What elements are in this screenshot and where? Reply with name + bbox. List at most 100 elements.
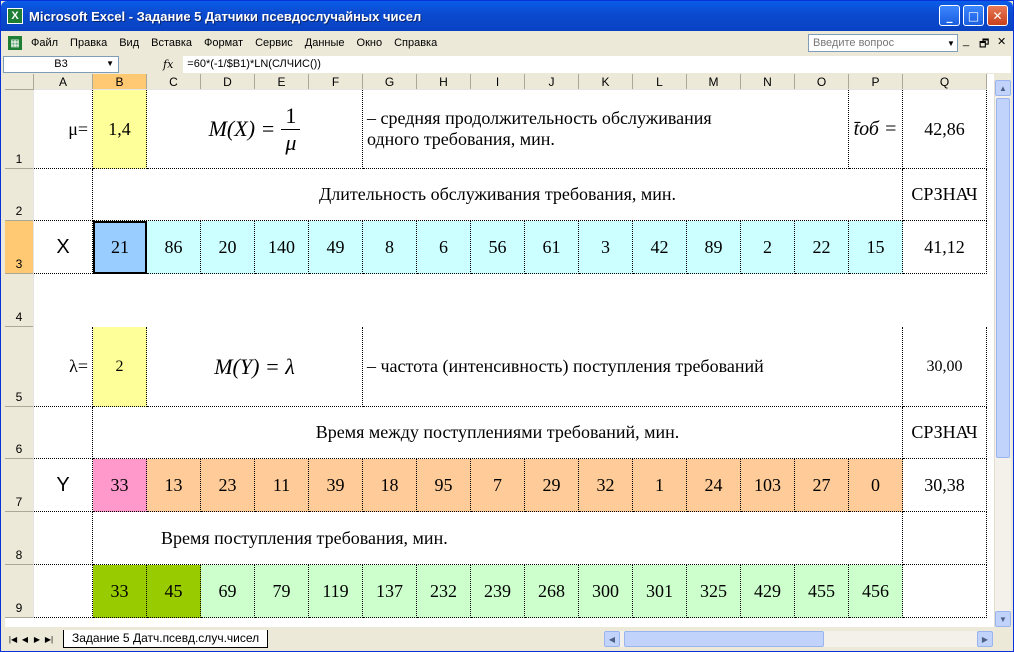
y-mean-cell[interactable]: 30,38 (903, 459, 987, 512)
maximize-button[interactable]: □ (963, 5, 984, 26)
menu-item-2[interactable]: Вид (113, 37, 145, 49)
row-header-6[interactable]: 6 (5, 407, 34, 459)
r8-a-cell[interactable] (34, 512, 93, 565)
sheet-tab[interactable]: Задание 5 Датч.псевд.случ.чисел (63, 630, 269, 648)
first-sheet-icon[interactable]: |◀ (7, 635, 19, 644)
interarrival-title-cell[interactable]: Время между поступлениями требований, ми… (93, 407, 903, 459)
arrival-value-cell[interactable]: 268 (525, 565, 579, 618)
x-label-cell[interactable]: X (34, 221, 93, 274)
r9-q-cell[interactable] (903, 565, 987, 618)
x-value-cell-selected[interactable]: 21 (93, 221, 147, 274)
help-dropdown-icon[interactable]: ▼ (946, 36, 956, 50)
title-bar[interactable]: X Microsoft Excel - Задание 5 Датчики пс… (1, 1, 1013, 31)
row-header-7[interactable]: 7 (5, 459, 34, 512)
y-value-cell[interactable]: 11 (255, 459, 309, 512)
arrival-value-cell[interactable]: 69 (201, 565, 255, 618)
y-value-cell[interactable]: 29 (525, 459, 579, 512)
menu-item-3[interactable]: Вставка (145, 37, 198, 49)
menu-item-4[interactable]: Формат (198, 37, 249, 49)
y-value-cell[interactable]: 103 (741, 459, 795, 512)
y-value-cell[interactable]: 39 (309, 459, 363, 512)
menu-item-6[interactable]: Данные (299, 37, 351, 49)
lambda-description-cell[interactable]: – частота (интенсивность) поступления тр… (363, 327, 903, 407)
arrival-value-cell[interactable]: 456 (849, 565, 903, 618)
x-mean-cell[interactable]: 41,12 (903, 221, 987, 274)
y-value-cell[interactable]: 1 (633, 459, 687, 512)
menu-item-7[interactable]: Окно (351, 37, 389, 49)
name-box-dropdown-icon[interactable]: ▼ (106, 59, 114, 68)
x-value-cell[interactable]: 6 (417, 221, 471, 274)
lambda-result-cell[interactable]: 30,00 (903, 327, 987, 407)
scroll-up-icon[interactable]: ▲ (995, 80, 1011, 96)
x-value-cell[interactable]: 49 (309, 221, 363, 274)
y-value-cell[interactable]: 0 (849, 459, 903, 512)
row-header-5[interactable]: 5 (5, 327, 34, 407)
x-value-cell[interactable]: 61 (525, 221, 579, 274)
doc-close-button[interactable]: ✕ (997, 35, 1006, 48)
arrival-title-cell[interactable]: Время поступления требования, мин. (93, 512, 903, 565)
y-value-cell[interactable]: 32 (579, 459, 633, 512)
row-header-9[interactable]: 9 (5, 565, 34, 618)
worksheet-grid[interactable]: A B C D E F G H I J K L M N O P Q 1 2 3 4 5 6 7 8 9 μ= 1,4 M(X) = 1 μ –… (5, 74, 994, 627)
y-value-cell[interactable]: 23 (201, 459, 255, 512)
excel-app-icon[interactable]: X (7, 8, 23, 24)
formula-my-cell[interactable]: M(Y) = λ (147, 327, 363, 407)
interarrival-func-cell[interactable]: СРЗНАЧ (903, 407, 987, 459)
fx-icon[interactable]: fx (163, 58, 173, 71)
formula-mx-cell[interactable]: M(X) = 1 μ (147, 90, 363, 169)
t-ob-label-cell[interactable]: t̄об = (849, 90, 903, 169)
x-value-cell[interactable]: 140 (255, 221, 309, 274)
arrival-value-cell[interactable]: 325 (687, 565, 741, 618)
arrival-value-cell[interactable]: 429 (741, 565, 795, 618)
row-header-4[interactable]: 4 (5, 274, 34, 327)
minimize-button[interactable]: _ (939, 5, 960, 26)
mu-label-cell[interactable]: μ= (34, 90, 93, 169)
x-value-cell[interactable]: 8 (363, 221, 417, 274)
x-value-cell[interactable]: 2 (741, 221, 795, 274)
r2-a-cell[interactable] (34, 169, 93, 221)
column-header-G[interactable]: G (363, 74, 417, 90)
close-button[interactable]: ✕ (987, 5, 1008, 26)
arrival-value-cell[interactable]: 239 (471, 565, 525, 618)
y-value-cell[interactable]: 24 (687, 459, 741, 512)
r9-a-cell[interactable] (34, 565, 93, 618)
help-search-input[interactable]: Введите вопрос ▼ (808, 34, 958, 52)
row-header-2[interactable]: 2 (5, 169, 34, 221)
arrival-value-cell[interactable]: 300 (579, 565, 633, 618)
column-header-O[interactable]: O (795, 74, 849, 90)
y-value-cell[interactable]: 18 (363, 459, 417, 512)
scroll-down-icon[interactable]: ▼ (995, 611, 1011, 627)
column-header-D[interactable]: D (201, 74, 255, 90)
horizontal-scroll-thumb[interactable] (624, 631, 824, 647)
arrival-value-cell[interactable]: 33 (93, 565, 147, 618)
menu-item-5[interactable]: Сервис (249, 37, 299, 49)
mu-value-cell[interactable]: 1,4 (93, 90, 147, 169)
next-sheet-icon[interactable]: ▶ (31, 635, 43, 644)
y-value-cell[interactable]: 33 (93, 459, 147, 512)
y-value-cell[interactable]: 7 (471, 459, 525, 512)
y-value-cell[interactable]: 13 (147, 459, 201, 512)
service-title-cell[interactable]: Длительность обслуживания требования, ми… (93, 169, 903, 221)
column-header-I[interactable]: I (471, 74, 525, 90)
column-header-K[interactable]: K (579, 74, 633, 90)
column-header-J[interactable]: J (525, 74, 579, 90)
scroll-left-icon[interactable]: ◀ (604, 631, 620, 647)
t-ob-value-cell[interactable]: 42,86 (903, 90, 987, 169)
y-value-cell[interactable]: 95 (417, 459, 471, 512)
arrival-value-cell[interactable]: 45 (147, 565, 201, 618)
column-header-H[interactable]: H (417, 74, 471, 90)
column-header-F[interactable]: F (309, 74, 363, 90)
doc-minimize-button[interactable]: _ (963, 35, 969, 47)
column-header-N[interactable]: N (741, 74, 795, 90)
scroll-right-icon[interactable]: ▶ (977, 631, 993, 647)
menu-item-8[interactable]: Справка (388, 37, 443, 49)
prev-sheet-icon[interactable]: ◀ (19, 635, 31, 644)
row-header-1[interactable]: 1 (5, 90, 34, 169)
x-value-cell[interactable]: 89 (687, 221, 741, 274)
last-sheet-icon[interactable]: ▶| (43, 635, 55, 644)
lambda-label-cell[interactable]: λ= (34, 327, 93, 407)
x-value-cell[interactable]: 3 (579, 221, 633, 274)
service-func-cell[interactable]: СРЗНАЧ (903, 169, 987, 221)
arrival-value-cell[interactable]: 79 (255, 565, 309, 618)
lambda-value-cell[interactable]: 2 (93, 327, 147, 407)
